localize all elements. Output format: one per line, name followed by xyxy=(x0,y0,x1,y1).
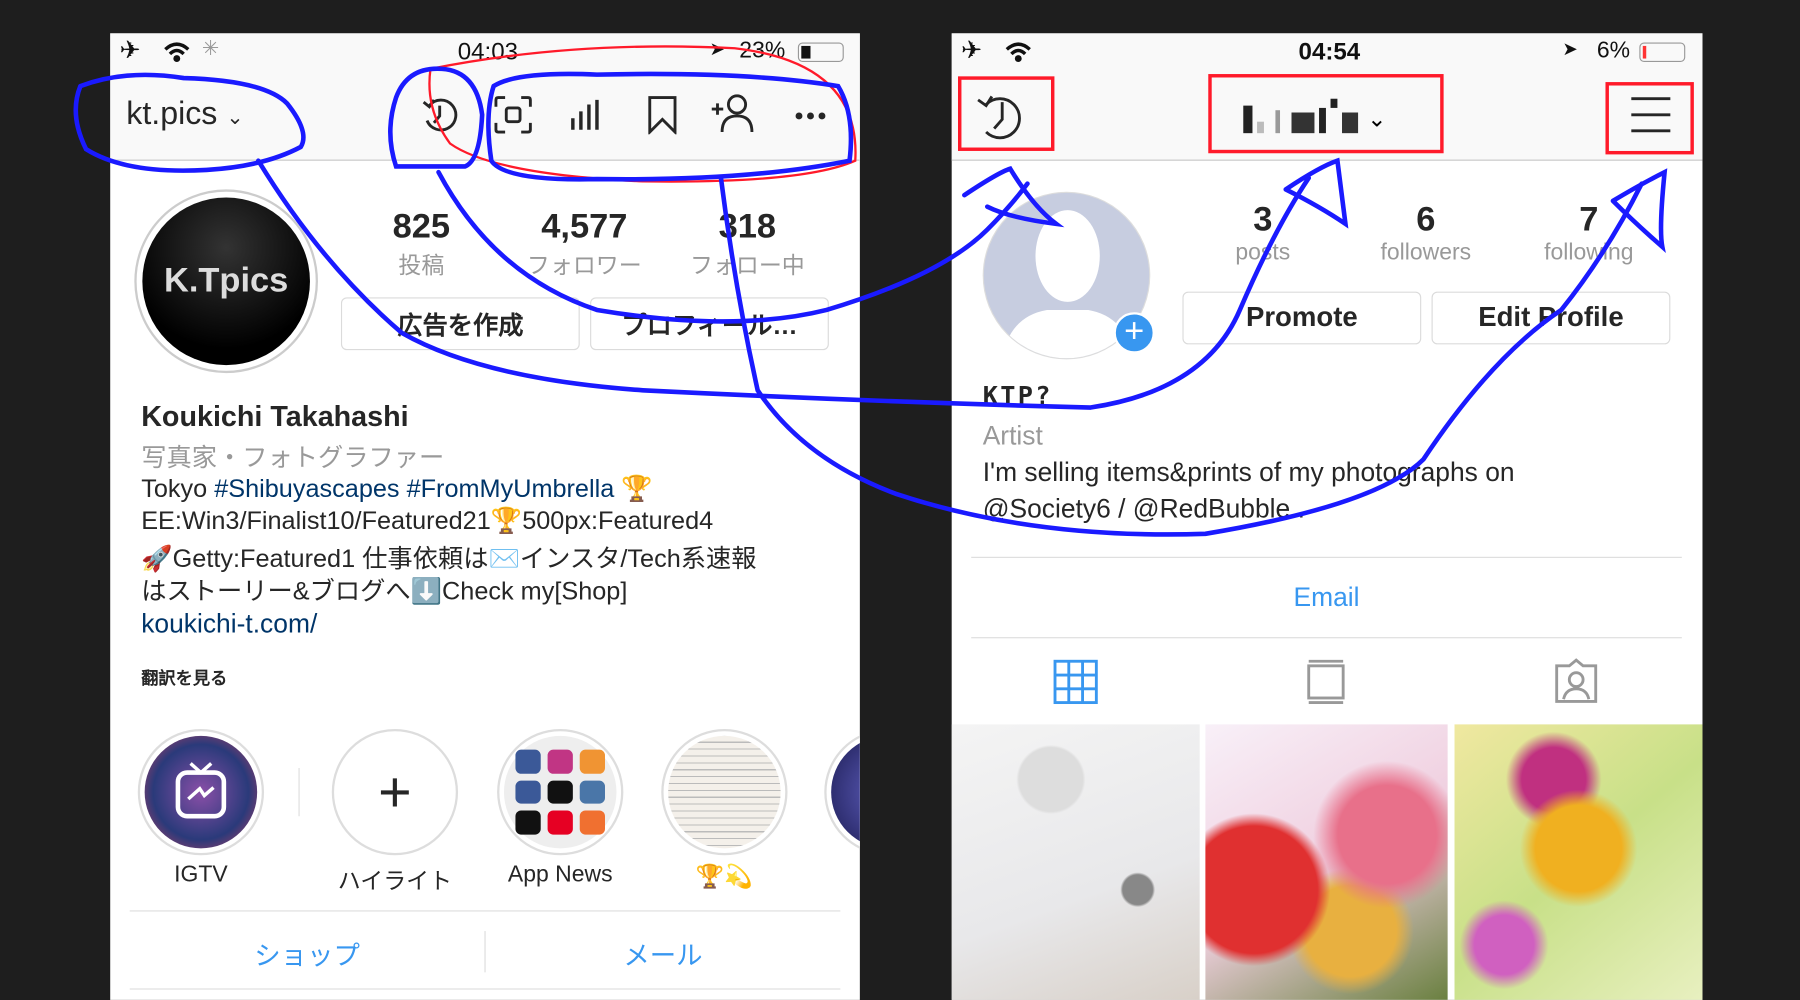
stat-value: 825 xyxy=(392,207,451,246)
stat-followers[interactable]: 4,577 フォロワー xyxy=(515,208,653,280)
edit-profile-button[interactable]: プロフィール… xyxy=(590,297,829,351)
status-time: 04:54 xyxy=(1298,39,1361,66)
highlight-label: ハイライト xyxy=(337,869,453,895)
chevron-down-icon: ⌄ xyxy=(1367,106,1387,133)
create-ad-button[interactable]: 広告を作成 xyxy=(340,297,580,351)
divider xyxy=(971,637,1682,639)
battery-icon xyxy=(797,42,844,62)
highlight-awards[interactable] xyxy=(661,728,788,856)
mail-button[interactable]: メール xyxy=(486,933,841,972)
battery-percent: 23% xyxy=(739,37,786,64)
bio-line: EE:Win3/Finalist10/Featured21🏆500px:Feat… xyxy=(141,506,714,535)
account-switcher[interactable]: ⌄ xyxy=(1243,98,1387,134)
wifi-icon xyxy=(164,42,190,62)
igtv-icon xyxy=(175,762,227,819)
chevron-down-icon: ⌄ xyxy=(226,105,244,129)
bio-line: Tokyo #Shibuyascapes #FromMyUmbrella 🏆 xyxy=(141,474,653,503)
airplane-icon: ✈ xyxy=(119,35,141,65)
avatar-logo: K.Tpics xyxy=(142,197,310,366)
history-icon[interactable] xyxy=(975,91,1026,142)
profile-category: 写真家・フォトグラファー xyxy=(141,443,445,472)
stat-label: フォロー中 xyxy=(689,253,805,279)
profile-header: ⌄ xyxy=(951,70,1703,161)
stat-following[interactable]: 318 フォロー中 xyxy=(678,208,816,280)
photo-thumbnail[interactable] xyxy=(1205,724,1448,1000)
stat-following[interactable]: 7 following xyxy=(1520,201,1658,266)
feed-icon[interactable] xyxy=(1305,659,1346,705)
avatar[interactable]: K.Tpics xyxy=(134,189,318,374)
more-icon[interactable] xyxy=(794,111,826,120)
profile-category: Artist xyxy=(982,420,1043,451)
insights-icon[interactable] xyxy=(569,98,603,132)
wifi-icon xyxy=(1005,42,1031,62)
bio-line: @Society6 / @RedBubble . xyxy=(982,493,1305,524)
photo-thumbnail[interactable] xyxy=(1454,724,1703,1000)
plus-icon: + xyxy=(378,759,412,825)
shop-button[interactable]: ショップ xyxy=(130,933,485,972)
status-bar: ✈ ✳ 04:03 ➤ 23% xyxy=(110,33,860,71)
stat-label: following xyxy=(1544,239,1634,266)
highlight-label: App News xyxy=(507,862,613,888)
stat-posts[interactable]: 3 posts xyxy=(1194,201,1332,266)
stat-value: 6 xyxy=(1416,200,1436,239)
stat-value: 318 xyxy=(718,207,777,246)
location-icon: ➤ xyxy=(709,40,725,60)
stat-value: 4,577 xyxy=(541,207,628,246)
stat-value: 3 xyxy=(1253,200,1273,239)
hashtags-link[interactable]: #Shibuyascapes #FromMyUmbrella xyxy=(214,474,614,503)
stat-label: posts xyxy=(1235,239,1291,266)
highlight-label: 📸 xyxy=(807,862,860,891)
stat-value: 7 xyxy=(1579,200,1599,239)
highlight-igtv[interactable] xyxy=(137,728,265,856)
divider xyxy=(971,556,1682,558)
add-person-icon[interactable] xyxy=(709,93,755,134)
profile-header: kt.pics ⌄ xyxy=(110,70,860,161)
battery-icon xyxy=(1639,42,1686,62)
history-icon[interactable] xyxy=(420,95,459,134)
add-photo-icon[interactable]: + xyxy=(1113,312,1155,354)
status-time: 04:03 xyxy=(457,39,519,66)
status-bar: ✈ 04:54 ➤ 6% xyxy=(951,33,1703,71)
grid-icon[interactable] xyxy=(1053,659,1099,705)
edit-profile-button[interactable]: Edit Profile xyxy=(1431,291,1671,345)
menu-icon[interactable] xyxy=(1629,93,1673,137)
photo-thumbnail[interactable] xyxy=(951,724,1200,1000)
stat-label: 投稿 xyxy=(398,253,445,279)
scan-icon[interactable] xyxy=(494,95,533,134)
highlight-photo[interactable] xyxy=(824,728,860,856)
profile-name: KTP? xyxy=(982,382,1053,411)
translate-link[interactable]: 翻訳を見る xyxy=(141,666,227,690)
bio-line: はストーリー&ブログへ⬇️Check my[Shop] xyxy=(141,576,628,605)
stat-label: フォロワー xyxy=(526,253,642,279)
divider xyxy=(129,910,841,912)
email-button[interactable]: Email xyxy=(971,582,1682,613)
right-phone-screen: ✈ 04:54 ➤ 6% ⌄ + 3 posts 6 followers 7 foll… xyxy=(951,33,1703,1000)
bookmark-icon[interactable] xyxy=(646,95,678,135)
divider xyxy=(129,988,841,990)
stat-label: followers xyxy=(1380,239,1472,266)
left-phone-screen: ✈ ✳ 04:03 ➤ 23% kt.pics ⌄ K.Tpics 825 投稿 … xyxy=(110,33,860,1000)
location-icon: ➤ xyxy=(1562,40,1578,60)
loading-icon: ✳ xyxy=(202,36,220,60)
highlight-app-news[interactable] xyxy=(497,728,624,856)
stat-followers[interactable]: 6 followers xyxy=(1357,201,1495,266)
stat-posts[interactable]: 825 投稿 xyxy=(352,208,490,280)
website-link[interactable]: koukichi-t.com/ xyxy=(141,608,317,639)
highlight-label: IGTV xyxy=(174,862,228,888)
profile-name: Koukichi Takahashi xyxy=(141,400,409,433)
divider xyxy=(298,768,300,817)
new-highlight-button[interactable]: + xyxy=(331,728,459,856)
airplane-icon: ✈ xyxy=(960,35,983,65)
battery-percent: 6% xyxy=(1596,37,1631,64)
highlight-label: 🏆💫 xyxy=(695,864,753,890)
promote-button[interactable]: Promote xyxy=(1182,291,1422,345)
username: kt.pics xyxy=(126,95,218,131)
bio-line: I'm selling items&prints of my photograp… xyxy=(982,456,1515,487)
tagged-icon[interactable] xyxy=(1552,657,1600,705)
account-switcher[interactable]: kt.pics ⌄ xyxy=(126,95,243,132)
